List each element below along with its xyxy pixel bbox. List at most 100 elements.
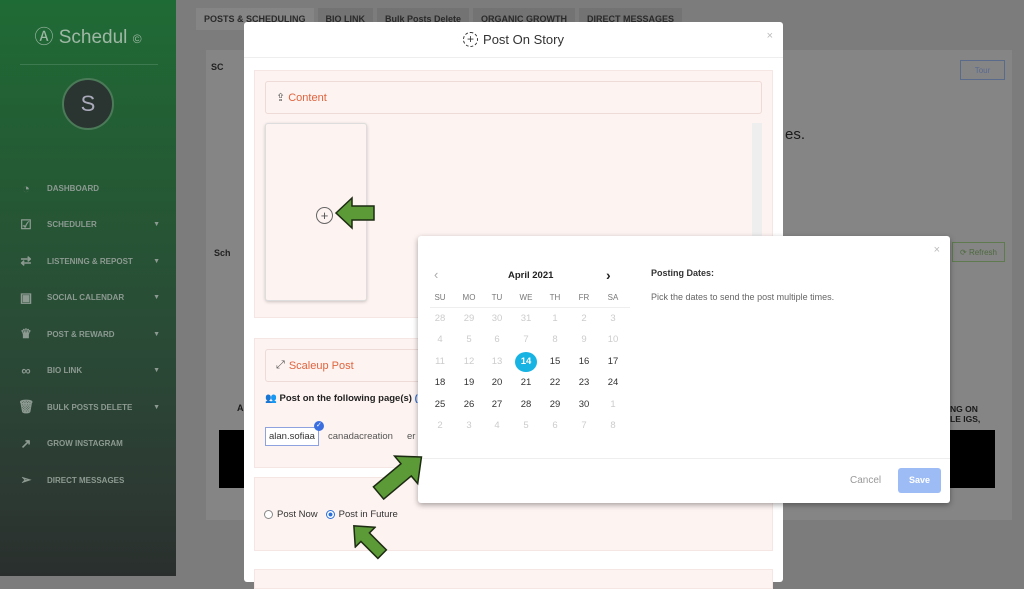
calendar-day: 8 — [610, 420, 616, 431]
prev-month-icon[interactable]: ‹ — [434, 267, 438, 282]
calendar-day: 10 — [607, 334, 619, 346]
calendar-day[interactable]: 21 — [515, 373, 537, 393]
calendar-day[interactable]: 27 — [486, 395, 508, 415]
sidebar-item-label: BULK POSTS DELETE — [47, 402, 133, 412]
link-icon: ∞ — [21, 363, 31, 379]
posting-dates-desc: Pick the dates to send the post multiple… — [651, 292, 835, 302]
calendar-day[interactable]: 18 — [429, 373, 451, 393]
calendar-day: 12 — [463, 355, 475, 367]
caret-down-icon: ▼ — [153, 294, 160, 302]
weekday-label: TU — [491, 293, 503, 302]
calendar-day[interactable]: 15 — [544, 352, 566, 372]
calendar-day: 5 — [523, 420, 529, 431]
calendar-day[interactable]: 14 — [515, 351, 537, 372]
calendar-day[interactable]: 29 — [544, 395, 566, 415]
calendar-day[interactable]: 30 — [573, 395, 595, 415]
sidebar-item[interactable]: ▣ SOCIAL CALENDAR ▼ — [0, 280, 176, 317]
weekday-label: FR — [578, 293, 590, 302]
pie-chart-icon: ◔ — [22, 180, 30, 196]
calendar-day[interactable]: 28 — [515, 395, 537, 415]
calendar-day: 31 — [520, 313, 532, 324]
post-now-label[interactable]: Post Now — [277, 509, 318, 520]
close-icon[interactable]: × — [934, 244, 940, 256]
avatar[interactable]: S — [62, 78, 114, 130]
save-button[interactable]: Save — [898, 468, 941, 493]
send-icon: ➢ — [20, 472, 32, 488]
sidebar-item[interactable]: ☑ SCHEDULER ▼ — [0, 207, 176, 244]
cancel-button[interactable]: Cancel — [850, 475, 881, 486]
calendar-day[interactable]: 26 — [458, 395, 480, 415]
tour-button[interactable]: Tour — [960, 60, 1005, 80]
sidebar-item-label: SOCIAL CALENDAR — [47, 293, 125, 303]
sidebar-item[interactable]: ∞ BIO LINK ▼ — [0, 353, 176, 390]
modal-title: Post On Story — [483, 32, 564, 47]
sub-tab[interactable]: Sch — [214, 248, 231, 258]
posting-dates-title: Posting Dates: — [651, 268, 715, 278]
sidebar-item[interactable]: ♛ POST & REWARD ▼ — [0, 316, 176, 353]
plus-icon[interactable]: + — [316, 207, 333, 224]
post-options: Post Now Post in Future — [264, 509, 398, 520]
next-section — [254, 569, 773, 589]
expand-icon: ⤢ — [276, 359, 285, 371]
calendar-day: 7 — [523, 334, 529, 346]
scaleup-label: Scaleup Post — [288, 359, 354, 372]
growth-chart-icon: ↗ — [20, 435, 32, 451]
calendar-day: 1 — [552, 313, 558, 324]
calendar-15-icon: ▣ — [19, 289, 33, 305]
calendar-day[interactable]: 16 — [573, 352, 595, 372]
sidebar: Ⓐ Schedul © S ◔ DASHBOARD ☑ SCHEDULER ▼ ⇄ LIST… — [0, 0, 176, 576]
calendar-day: 13 — [491, 355, 503, 367]
post-now-radio[interactable] — [264, 510, 273, 519]
caret-down-icon: ▼ — [153, 330, 160, 338]
content-header: ⇪ Content — [265, 81, 762, 114]
panel-tab[interactable]: SC — [211, 62, 224, 72]
sidebar-item-label: DASHBOARD — [47, 183, 99, 193]
sidebar-item[interactable]: ◔ DASHBOARD — [0, 170, 176, 207]
calendar-day[interactable]: 25 — [429, 395, 451, 415]
calendar-day[interactable]: 20 — [486, 373, 508, 393]
calendar-day: 3 — [466, 420, 472, 431]
calendar-day[interactable]: 22 — [544, 373, 566, 393]
caret-down-icon: ▼ — [153, 403, 160, 411]
close-icon[interactable]: × — [767, 30, 773, 42]
sidebar-item[interactable]: ⇄ LISTENING & REPOST ▼ — [0, 243, 176, 280]
sidebar-item-label: DIRECT MESSAGES — [47, 475, 125, 485]
scrollbar[interactable] — [752, 123, 762, 253]
refresh-button[interactable]: ⟳ Refresh — [952, 242, 1005, 262]
next-month-icon[interactable]: › — [606, 267, 611, 283]
calendar-day: 4 — [494, 420, 500, 431]
calendar-day: 2 — [437, 420, 443, 431]
caret-down-icon: ▼ — [153, 257, 160, 265]
pages-label-text: Post on the following page(s) — [279, 393, 412, 404]
refresh-label: Refresh — [968, 247, 997, 257]
divider — [20, 64, 158, 65]
calendar-day[interactable]: 17 — [602, 352, 624, 372]
modal-header: + Post On Story — [244, 22, 783, 58]
trash-icon: 🗑 — [17, 399, 35, 415]
page-chip-label: alan.sofiaa — [269, 431, 315, 442]
calendar-day: 6 — [552, 420, 558, 431]
add-circle-icon: + — [463, 32, 479, 47]
weekday-label: TH — [549, 293, 561, 302]
page-chip-selected[interactable]: alan.sofiaa ✓ — [265, 421, 324, 446]
caret-down-icon: ▼ — [153, 221, 160, 229]
sidebar-item[interactable]: ➢ DIRECT MESSAGES — [0, 462, 176, 499]
calendar-day[interactable]: 19 — [458, 373, 480, 393]
divider — [418, 458, 950, 459]
bg-text: es. — [785, 126, 806, 143]
sidebar-item-label: SCHEDULER — [47, 220, 97, 230]
sidebar-item[interactable]: 🗑 BULK POSTS DELETE ▼ — [0, 389, 176, 426]
calendar-day[interactable]: 24 — [602, 373, 624, 393]
calendar-check-icon: ☑ — [20, 216, 32, 232]
page-chip[interactable]: canadacreation — [328, 431, 393, 442]
sidebar-item[interactable]: ↗ GROW INSTAGRAM — [0, 426, 176, 463]
month-label: April 2021 — [508, 270, 554, 281]
post-future-radio[interactable] — [325, 510, 335, 519]
calendar-day: 3 — [610, 313, 616, 324]
weekday-label: WE — [519, 293, 533, 302]
calendar-day: 4 — [437, 334, 443, 346]
calendar-day[interactable]: 23 — [573, 373, 595, 393]
calendar-day: 1 — [610, 398, 616, 410]
date-picker-popup: × ‹ › April 2021 SU MO TU WE TH FR SA 28 29 30 31 1… — [418, 236, 950, 503]
bg-text: NG ON — [950, 404, 978, 414]
